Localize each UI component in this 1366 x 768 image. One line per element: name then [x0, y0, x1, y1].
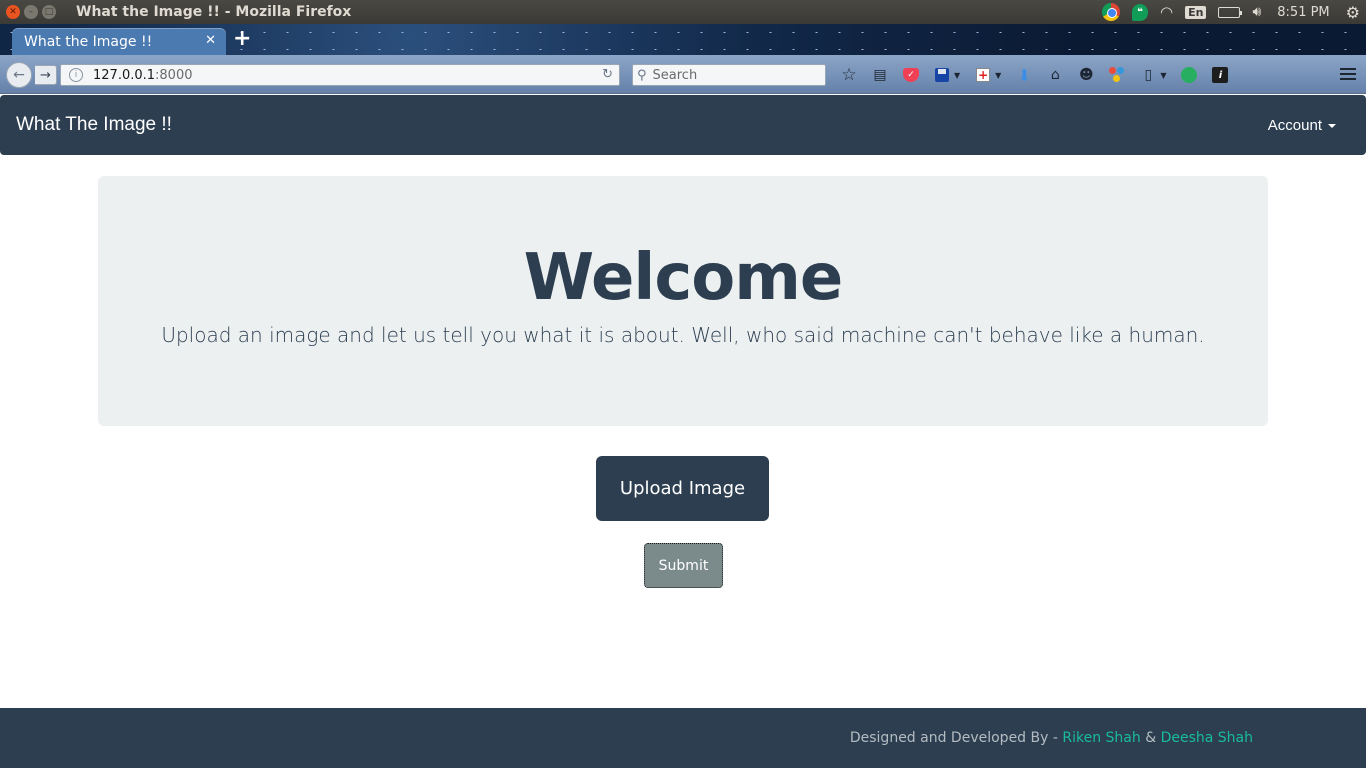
- chrome-icon[interactable]: [1096, 0, 1126, 24]
- url-port: :8000: [155, 67, 193, 83]
- page-subtitle: Upload an image and let us tell you what…: [161, 323, 1205, 347]
- os-top-bar: ✕ – □ What the Image !! - Mozilla Firefo…: [0, 0, 1366, 24]
- account-label: Account: [1267, 116, 1322, 134]
- color-dots-icon[interactable]: [1106, 64, 1128, 86]
- window-maximize-button[interactable]: □: [42, 5, 56, 19]
- chevron-down-icon[interactable]: ▼: [1160, 71, 1166, 80]
- info-icon[interactable]: i: [69, 68, 83, 82]
- smiley-icon[interactable]: ☻: [1075, 64, 1097, 86]
- hangouts-icon[interactable]: ❝: [1126, 0, 1154, 24]
- browser-toolbar: ← → i 127.0.0.1:8000 ↻ ⚲ Search ☆ ▤ ✓ ▼ …: [0, 55, 1366, 94]
- search-input[interactable]: ⚲ Search: [632, 64, 826, 86]
- arrow-left-icon: ←: [13, 67, 25, 83]
- tab-title: What the Image !!: [24, 33, 153, 50]
- forward-button[interactable]: →: [35, 65, 57, 85]
- volume-icon[interactable]: 🔊︎: [1246, 0, 1267, 24]
- green-extension-icon[interactable]: [1178, 64, 1200, 86]
- brand-link[interactable]: What The Image !!: [16, 114, 172, 136]
- window-controls: ✕ – □: [6, 5, 56, 19]
- system-tray: ❝ ◠ En 🔊︎ 8:51 PM ⚙: [1096, 0, 1366, 24]
- page-title: Welcome: [523, 241, 844, 315]
- author-link-deesha[interactable]: Deesha Shah: [1161, 730, 1253, 746]
- window-title: What the Image !! - Mozilla Firefox: [76, 4, 352, 20]
- battery-icon[interactable]: [1212, 0, 1246, 24]
- arrow-right-icon: →: [40, 67, 51, 83]
- site-navbar: What The Image !! Account: [0, 95, 1366, 155]
- new-tab-button[interactable]: +: [233, 26, 251, 51]
- account-dropdown[interactable]: Account: [1268, 117, 1336, 134]
- tab-strip: What the Image !! ✕ +: [0, 24, 1366, 55]
- footer-prefix: Designed and Developed By -: [849, 730, 1063, 746]
- gear-icon[interactable]: ⚙: [1340, 0, 1366, 24]
- footer-separator: &: [1140, 730, 1161, 746]
- jumbotron: Welcome Upload an image and let us tell …: [98, 176, 1268, 426]
- clock[interactable]: 8:51 PM: [1267, 0, 1339, 24]
- url-bar[interactable]: i 127.0.0.1:8000 ↻: [60, 64, 620, 86]
- menu-icon[interactable]: [1340, 66, 1356, 82]
- keyboard-layout-indicator[interactable]: En: [1179, 0, 1212, 24]
- wifi-icon[interactable]: ◠: [1154, 0, 1179, 24]
- close-icon[interactable]: ✕: [205, 33, 216, 48]
- save-page-icon[interactable]: [931, 64, 953, 86]
- search-icon: ⚲: [637, 67, 647, 83]
- pocket-icon[interactable]: ✓: [900, 64, 922, 86]
- search-placeholder: Search: [652, 67, 698, 83]
- chevron-down-icon[interactable]: ▼: [954, 71, 960, 80]
- window-close-button[interactable]: ✕: [6, 5, 20, 19]
- evernote-icon[interactable]: i: [1209, 64, 1231, 86]
- author-link-riken[interactable]: Riken Shah: [1062, 730, 1140, 746]
- home-icon[interactable]: ⌂: [1044, 64, 1066, 86]
- reading-list-icon[interactable]: ▤: [869, 64, 891, 86]
- footer: Designed and Developed By - Riken Shah &…: [0, 708, 1366, 768]
- url-host: 127.0.0.1: [93, 67, 156, 83]
- chevron-down-icon[interactable]: ▼: [995, 71, 1001, 80]
- first-aid-icon[interactable]: +: [972, 64, 994, 86]
- clipboard-icon[interactable]: ▯: [1137, 64, 1159, 86]
- bookmark-star-icon[interactable]: ☆: [838, 64, 860, 86]
- window-minimize-button[interactable]: –: [24, 5, 38, 19]
- browser-tab[interactable]: What the Image !! ✕: [12, 28, 226, 55]
- footer-credits: Designed and Developed By - Riken Shah &…: [850, 730, 1253, 746]
- reload-icon[interactable]: ↻: [602, 67, 613, 82]
- toolbar-icons: ☆ ▤ ✓ ▼ + ▼ ⬇ ⌂ ☻ ▯ ▼ i: [838, 64, 1240, 86]
- back-button[interactable]: ←: [6, 62, 32, 88]
- submit-button[interactable]: Submit: [644, 543, 723, 588]
- download-icon[interactable]: ⬇: [1013, 64, 1035, 86]
- upload-image-button[interactable]: Upload Image: [596, 456, 769, 521]
- caret-down-icon: [1328, 124, 1336, 128]
